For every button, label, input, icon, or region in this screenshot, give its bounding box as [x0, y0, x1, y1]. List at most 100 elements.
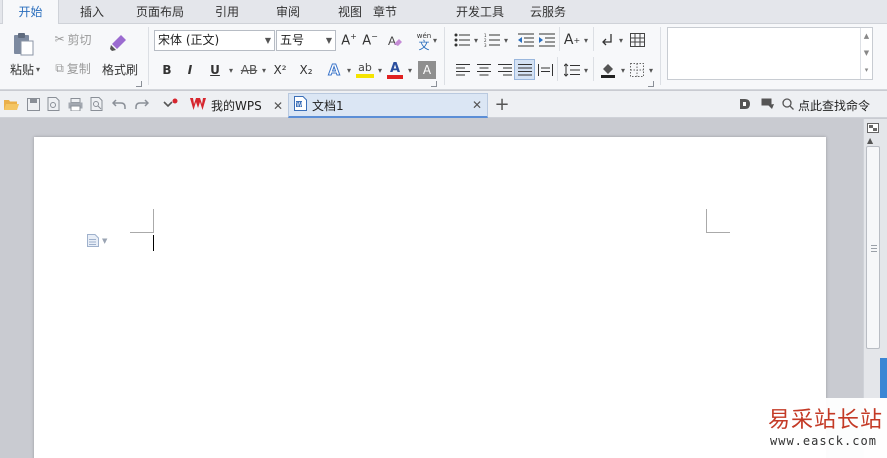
close-tab-icon[interactable]: ✕	[273, 99, 283, 113]
tab-cloud-service[interactable]: 云服务	[522, 0, 574, 24]
tab-insert[interactable]: 插入	[68, 0, 116, 24]
text-effect-icon[interactable]: A	[324, 60, 344, 80]
tab-page-layout[interactable]: 页面布局	[128, 0, 192, 24]
document-page[interactable]: ▼	[34, 137, 826, 458]
font-color-icon[interactable]: A	[386, 60, 404, 80]
shrink-font-icon[interactable]: A−	[361, 30, 379, 51]
close-tab-icon[interactable]: ✕	[472, 98, 482, 112]
tab-chapter[interactable]: 章节	[363, 0, 407, 24]
styles-gallery-scroller[interactable]: ▲ ▼ ▾	[860, 28, 872, 79]
scroll-up-icon[interactable]: ▲	[867, 136, 873, 145]
scroll-down-icon[interactable]: ▼	[861, 45, 872, 62]
side-panel-tab[interactable]	[880, 358, 887, 398]
line-spacing-dropdown-icon[interactable]: ▾	[580, 60, 590, 80]
distributed-align-icon[interactable]	[535, 60, 555, 80]
tab-developer[interactable]: 开发工具	[448, 0, 512, 24]
svg-text:3: 3	[484, 43, 487, 47]
new-tab-icon[interactable]: +	[494, 94, 510, 115]
font-color-dropdown-icon[interactable]: ▾	[404, 60, 414, 80]
expand-gallery-icon[interactable]: ▾	[861, 62, 872, 79]
split-view-icon[interactable]	[867, 122, 879, 133]
shading-icon[interactable]	[598, 60, 618, 80]
borders-icon[interactable]	[628, 60, 646, 80]
clear-format-icon[interactable]: A	[384, 30, 406, 51]
shading-dropdown-icon[interactable]: ▾	[617, 60, 627, 80]
strikethrough-button[interactable]: AB	[238, 60, 260, 80]
highlight-dropdown-icon[interactable]: ▾	[374, 60, 384, 80]
phonetic-dropdown-icon[interactable]: ▾	[429, 35, 439, 45]
divider	[559, 27, 560, 51]
styles-gallery[interactable]: ▲ ▼ ▾	[667, 27, 873, 80]
paragraph-mark-icon[interactable]	[598, 30, 616, 50]
clipboard-dialog-launcher[interactable]	[136, 81, 142, 87]
increase-indent-icon[interactable]	[537, 30, 557, 50]
justify-icon[interactable]	[514, 59, 535, 80]
underline-button[interactable]: U	[206, 60, 224, 80]
font-dialog-launcher[interactable]	[431, 81, 437, 87]
decrease-indent-icon[interactable]	[516, 30, 536, 50]
font-name-select[interactable]: 宋体 (正文) ▼	[154, 30, 275, 51]
bold-button[interactable]: B	[158, 60, 176, 80]
tab-home[interactable]: 开始	[2, 0, 59, 25]
print-preview-icon[interactable]	[89, 96, 105, 112]
tab-document1[interactable]: W 文档1 ✕	[288, 93, 488, 118]
feedback-icon[interactable]	[760, 96, 776, 112]
quick-access-toolbar: 我的WPS ✕ W 文档1 ✕ + 点此查找命令	[0, 91, 887, 118]
divider	[660, 27, 661, 85]
print-icon[interactable]	[67, 96, 83, 112]
document-icon: W	[294, 96, 307, 114]
paragraph-dialog-launcher[interactable]	[648, 81, 654, 87]
font-size-select[interactable]: 五号 ▼	[276, 30, 336, 51]
ribbon-home: 粘贴 ▾ ✂ 剪切 ⧉ 复制 格式刷 宋体 (正文) ▼ 五号 ▼ A+ A− A wén…	[0, 24, 887, 90]
undo-icon[interactable]	[111, 96, 127, 112]
menu-tab-bar: 开始 插入 页面布局 引用 审阅 视图 章节 开发工具 云服务	[0, 0, 887, 25]
export-pdf-icon[interactable]	[46, 96, 62, 112]
tab-my-wps[interactable]: 我的WPS ✕	[185, 93, 287, 118]
scissors-icon: ✂	[54, 32, 65, 46]
skin-icon[interactable]	[737, 96, 753, 112]
redo-icon[interactable]	[134, 96, 150, 112]
cut-button[interactable]: ✂ 剪切	[50, 30, 96, 48]
align-right-icon[interactable]	[495, 60, 515, 80]
strikethrough-dropdown-icon[interactable]: ▾	[258, 60, 268, 80]
grow-font-icon[interactable]: A+	[340, 30, 358, 51]
bullet-list-icon[interactable]	[452, 30, 472, 50]
numbered-list-dropdown-icon[interactable]: ▾	[500, 30, 510, 50]
open-folder-icon[interactable]	[3, 96, 19, 112]
bullet-list-dropdown-icon[interactable]: ▾	[470, 30, 480, 50]
subscript-button[interactable]: X₂	[296, 60, 316, 80]
table-icon[interactable]	[627, 30, 647, 50]
highlight-icon[interactable]: ab	[354, 60, 376, 80]
divider	[593, 27, 594, 51]
superscript-button[interactable]: X²	[270, 60, 290, 80]
copy-button[interactable]: ⧉ 复制	[50, 59, 96, 77]
text-cursor	[153, 235, 154, 251]
scroll-up-icon[interactable]: ▲	[861, 28, 872, 45]
paste-icon[interactable]	[8, 30, 38, 58]
numbered-list-icon[interactable]: 123	[482, 30, 502, 50]
tab-review[interactable]: 审阅	[266, 0, 310, 24]
paste-button[interactable]: 粘贴 ▾	[6, 61, 44, 77]
borders-dropdown-icon[interactable]: ▾	[645, 60, 655, 80]
format-painter-button[interactable]: 格式刷	[99, 61, 141, 77]
align-left-icon[interactable]	[453, 60, 473, 80]
line-spacing-icon[interactable]	[562, 60, 582, 80]
save-icon[interactable]	[25, 96, 41, 112]
underline-dropdown-icon[interactable]: ▾	[225, 60, 235, 80]
change-case-dropdown-icon[interactable]: ▾	[580, 30, 590, 50]
change-case-icon[interactable]: A +	[563, 30, 581, 50]
text-effect-dropdown-icon[interactable]: ▾	[343, 60, 353, 80]
crop-mark-top-right	[706, 209, 730, 233]
paragraph-options-icon[interactable]: ▼	[87, 234, 107, 247]
character-shading-icon[interactable]: A	[418, 61, 436, 79]
tab-references[interactable]: 引用	[205, 0, 249, 24]
customize-toolbar-icon[interactable]	[163, 96, 179, 112]
divider	[557, 57, 558, 81]
format-painter-icon[interactable]	[104, 28, 134, 56]
italic-button[interactable]: I	[181, 60, 199, 80]
paragraph-mark-dropdown-icon[interactable]: ▾	[615, 30, 625, 50]
search-command-box[interactable]: 点此查找命令	[782, 97, 870, 113]
divider	[148, 27, 149, 85]
scrollbar-thumb[interactable]	[866, 146, 880, 349]
align-center-icon[interactable]	[474, 60, 494, 80]
